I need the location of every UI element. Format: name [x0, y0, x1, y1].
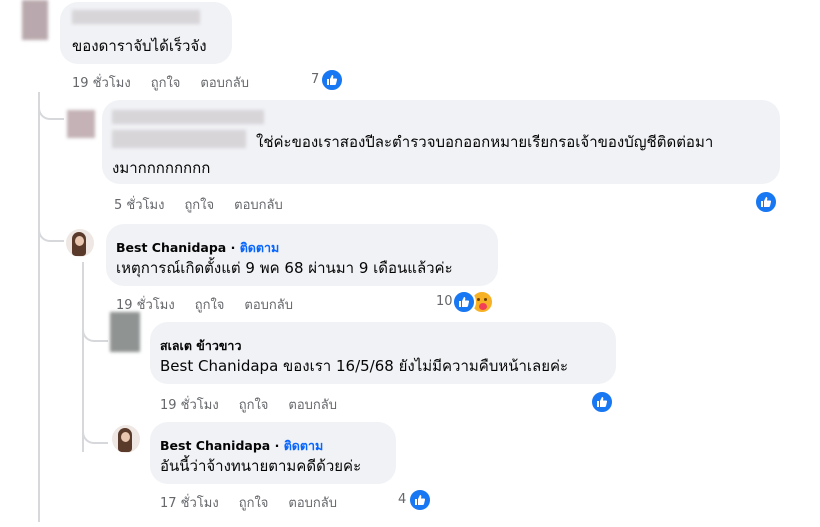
author-name[interactable]: สเลเต ข้าวขาว [160, 336, 241, 356]
thread-elbow [38, 226, 64, 242]
author-name[interactable] [112, 110, 264, 124]
comment-time[interactable]: 19 ชั่วโมง [116, 298, 175, 313]
comment-actions: 19 ชั่วโมง ถูกใจ ตอบกลับ [116, 294, 313, 315]
comment-text: อันนี้ว่าจ้างทนายตามคดีด้วยค่ะ [160, 457, 362, 475]
thumbs-up-icon[interactable] [320, 68, 344, 92]
thumbs-up-icon[interactable] [408, 488, 432, 512]
author-name[interactable]: Best Chanidapa · ติดตาม [116, 238, 279, 258]
thumbs-up-icon[interactable] [754, 190, 778, 214]
comment-text: ของดาราจับได้เร็วจัง [72, 37, 207, 55]
like-link[interactable]: ถูกใจ [195, 298, 225, 313]
reply-link[interactable]: ตอบกลับ [244, 298, 293, 313]
comment-actions: 17 ชั่วโมง ถูกใจ ตอบกลับ [160, 492, 357, 513]
reply-link[interactable]: ตอบกลับ [200, 76, 249, 91]
comment-actions: 19 ชั่วโมง ถูกใจ ตอบกลับ [160, 394, 357, 415]
reply-link[interactable]: ตอบกลับ [288, 398, 337, 413]
comment-text: Best Chanidapa ของเรา 16/5/68 ยังไม่มีคว… [160, 357, 569, 375]
like-link[interactable]: ถูกใจ [239, 398, 269, 413]
reaction-count[interactable]: 10 [436, 294, 453, 309]
avatar[interactable] [110, 312, 140, 352]
thread-elbow [82, 326, 108, 342]
comment-time[interactable]: 19 ชั่วโมง [160, 398, 219, 413]
author-name-blurred [112, 130, 246, 148]
avatar[interactable] [66, 229, 94, 257]
follow-link[interactable]: ติดตาม [284, 438, 324, 453]
thumbs-up-icon[interactable] [452, 290, 476, 314]
thread-elbow [38, 104, 64, 120]
comment-actions: 5 ชั่วโมง ถูกใจ ตอบกลับ [114, 194, 303, 215]
like-link[interactable]: ถูกใจ [151, 76, 181, 91]
like-link[interactable]: ถูกใจ [184, 198, 214, 213]
comment-actions: 19 ชั่วโมง ถูกใจ ตอบกลับ [72, 72, 269, 93]
thread-line [82, 262, 85, 452]
like-link[interactable]: ถูกใจ [239, 496, 269, 511]
avatar[interactable] [67, 110, 95, 138]
comment-time[interactable]: 19 ชั่วโมง [72, 76, 131, 91]
comment-time[interactable]: 17 ชั่วโมง [160, 496, 219, 511]
author-name[interactable]: Best Chanidapa · ติดตาม [160, 436, 323, 456]
reply-link[interactable]: ตอบกลับ [288, 496, 337, 511]
reply-link[interactable]: ตอบกลับ [234, 198, 283, 213]
thread-elbow [82, 428, 108, 444]
comment-time[interactable]: 5 ชั่วโมง [114, 198, 164, 213]
avatar[interactable] [112, 425, 140, 453]
thread-line [38, 92, 41, 522]
reaction-count[interactable]: 4 [398, 492, 406, 507]
thumbs-up-icon[interactable] [590, 390, 614, 414]
author-name[interactable] [72, 10, 200, 24]
comment-text: งมากกกกกกกก [112, 159, 211, 177]
follow-link[interactable]: ติดตาม [240, 240, 280, 255]
comment-text: ใช่ค่ะของเราสองปีละตำรวจบอกออกหมายเรียกร… [256, 133, 714, 151]
avatar[interactable] [22, 0, 48, 40]
reaction-count[interactable]: 7 [311, 72, 319, 87]
comment-text: เหตุการณ์เกิดตั้งแต่ 9 พค 68 ผ่านมา 9 เด… [116, 259, 453, 277]
